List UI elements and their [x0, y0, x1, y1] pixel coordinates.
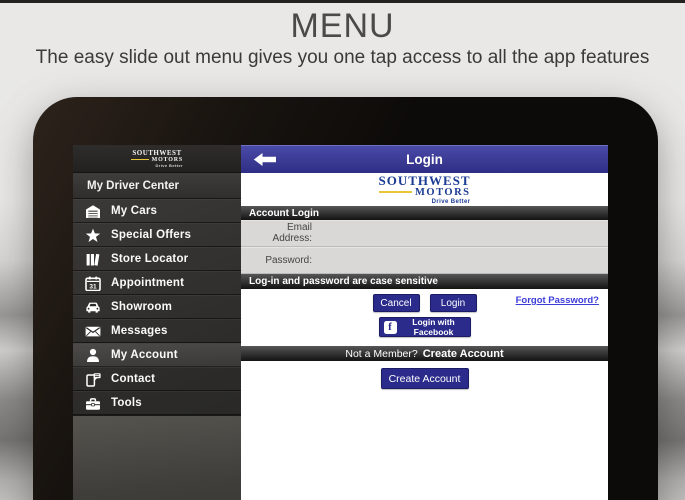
svg-text:31: 31: [89, 283, 97, 290]
menu-item-label: Showroom: [111, 301, 173, 313]
phone-chat-icon: [84, 372, 101, 387]
menu-item-tools[interactable]: Tools: [73, 391, 241, 415]
person-icon: [84, 348, 101, 363]
menu-item-messages[interactable]: Messages: [73, 319, 241, 343]
page-subtitle: The easy slide out menu gives you one ta…: [35, 47, 650, 68]
login-screen: Login SOUTHWEST MOTORS Drive Better Acco…: [241, 145, 608, 500]
envelope-icon: [84, 324, 101, 339]
menu-item-label: Store Locator: [111, 253, 189, 265]
menu-item-label: Special Offers: [111, 229, 192, 241]
create-account-button[interactable]: Create Account: [380, 368, 469, 389]
brand-logo-mini: SOUTHWEST MOTORS Drive Better: [131, 148, 183, 168]
menu-item-label: Appointment: [111, 277, 185, 289]
sidebar-brand-logo: SOUTHWEST MOTORS Drive Better: [73, 145, 241, 173]
garage-icon: [84, 204, 101, 219]
menu-item-label: Tools: [111, 397, 142, 409]
login-actions: Cancel Login Forgot Password? f Login wi…: [241, 289, 608, 346]
forgot-password-link[interactable]: Forgot Password?: [516, 295, 599, 306]
star-icon: [84, 228, 101, 243]
logo-yellow-line: [378, 191, 413, 193]
member-action: Create Account: [422, 347, 504, 360]
brand-logo-strip: SOUTHWEST MOTORS Drive Better: [241, 173, 608, 206]
menu-item-store-locator[interactable]: Store Locator: [73, 247, 241, 271]
not-member-bar: Not a Member? Create Account: [241, 346, 608, 361]
menu-item-my-account[interactable]: My Account: [73, 343, 241, 367]
top-border: [0, 0, 685, 3]
caption: MENU The easy slide out menu gives you o…: [0, 6, 685, 70]
menu-item-label: My Account: [111, 349, 178, 361]
menu-item-appointment[interactable]: 31 Appointment: [73, 271, 241, 295]
sidebar-footer-area: [73, 415, 241, 500]
tablet-screen: SOUTHWEST MOTORS Drive Better My Driver …: [73, 145, 608, 500]
login-button[interactable]: Login: [429, 294, 477, 312]
menu-item-contact[interactable]: Contact: [73, 367, 241, 391]
case-sensitive-note: Log-in and password are case sensitive: [241, 274, 608, 289]
create-account-area: Create Account: [241, 361, 608, 500]
page-title: MENU: [290, 7, 395, 45]
section-header-account-login: Account Login: [241, 206, 608, 220]
menu-section-header: My Driver Center: [73, 173, 241, 199]
email-field[interactable]: Email Address:: [241, 220, 608, 247]
password-field[interactable]: Password:: [241, 247, 608, 274]
toolbox-icon: [84, 396, 101, 411]
car-icon: [84, 300, 101, 315]
facebook-icon: f: [383, 320, 397, 334]
email-label: Email Address:: [272, 222, 312, 244]
back-arrow-icon: [253, 153, 276, 166]
menu-item-label: Messages: [111, 325, 168, 337]
menu-item-special-offers[interactable]: Special Offers: [73, 223, 241, 247]
member-prompt: Not a Member?: [345, 347, 418, 360]
menu-item-label: Contact: [111, 373, 156, 385]
menu-item-label: My Cars: [111, 205, 158, 217]
password-label: Password:: [265, 254, 312, 266]
menu-item-showroom[interactable]: Showroom: [73, 295, 241, 319]
login-title-bar: Login: [241, 145, 608, 173]
calendar-icon: 31: [84, 276, 101, 291]
brand-logo: SOUTHWEST MOTORS Drive Better: [378, 172, 471, 205]
login-title: Login: [406, 152, 443, 167]
facebook-login-button[interactable]: f Login with Facebook: [378, 317, 471, 337]
cancel-button[interactable]: Cancel: [372, 294, 420, 312]
books-icon: [84, 252, 101, 267]
screenshot-stage: MENU The easy slide out menu gives you o…: [0, 0, 685, 500]
back-button[interactable]: [253, 152, 277, 167]
menu-item-my-cars[interactable]: My Cars: [73, 199, 241, 223]
facebook-login-label: Login with Facebook: [412, 317, 455, 337]
logo-yellow-line: [131, 159, 149, 160]
slide-out-menu: SOUTHWEST MOTORS Drive Better My Driver …: [73, 145, 241, 500]
tablet-device: SOUTHWEST MOTORS Drive Better My Driver …: [33, 97, 658, 500]
